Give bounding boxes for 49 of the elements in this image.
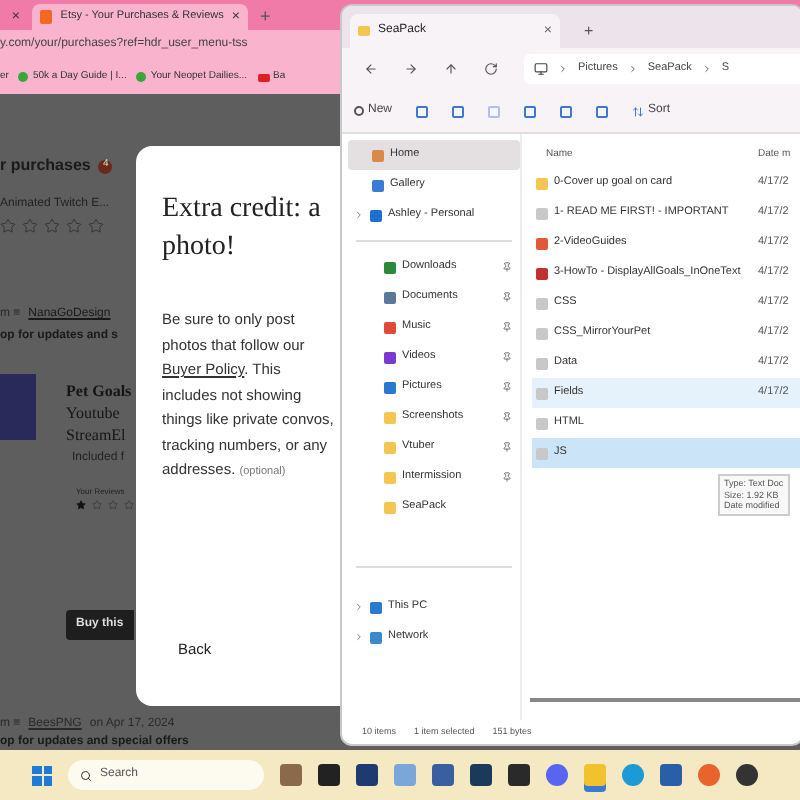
chevron-icon[interactable] (354, 210, 364, 220)
search-icon (80, 769, 92, 781)
back-icon[interactable] (364, 62, 378, 76)
windows-icon[interactable] (32, 765, 52, 785)
pin-icon (502, 292, 512, 302)
refresh-icon[interactable] (484, 62, 498, 76)
forward-icon[interactable] (404, 62, 418, 76)
leaf-icon (18, 72, 29, 82)
chevron-icon (701, 64, 712, 74)
star-icon (44, 218, 60, 234)
modal-title: Extra credit: a (162, 192, 321, 228)
up-icon[interactable] (444, 62, 458, 76)
chevron-icon (627, 64, 638, 74)
chevron-icon[interactable] (354, 632, 364, 642)
folder-icon (384, 411, 396, 423)
folder-icon (384, 441, 396, 453)
star-icon (124, 500, 134, 510)
leaf-icon (136, 72, 147, 82)
horizontal-scrollbar[interactable] (530, 698, 800, 702)
product-image (0, 374, 36, 440)
folder-icon (384, 501, 396, 513)
pin-icon (502, 262, 512, 272)
pin-icon (502, 442, 512, 452)
pin-icon (502, 472, 512, 482)
modal-title: photo! (162, 230, 236, 266)
chevron-icon[interactable] (354, 602, 364, 612)
star-icon (0, 218, 16, 234)
pin-icon (502, 352, 512, 362)
pin-icon (502, 322, 512, 332)
pin-icon (502, 382, 512, 392)
star-icon (66, 218, 82, 234)
star-icon (108, 500, 118, 510)
purchases-heading: r purchases (0, 154, 91, 178)
monitor-icon (534, 62, 548, 76)
product-title: Pet Goals (66, 380, 132, 402)
star-icon (76, 500, 86, 510)
pin-icon (502, 412, 512, 422)
star-icon (88, 218, 104, 234)
chevron-icon (558, 64, 568, 74)
folder-icon (536, 177, 548, 189)
star-icon (22, 218, 38, 234)
folder-icon (358, 26, 370, 36)
product-title: StreamEl (66, 424, 128, 446)
new-tab-button[interactable]: + (584, 24, 594, 40)
play-icon (257, 73, 270, 81)
star-icon (92, 500, 102, 510)
folder-icon (384, 471, 396, 483)
product-title: Youtube (66, 402, 122, 424)
sort-icon (632, 105, 645, 117)
